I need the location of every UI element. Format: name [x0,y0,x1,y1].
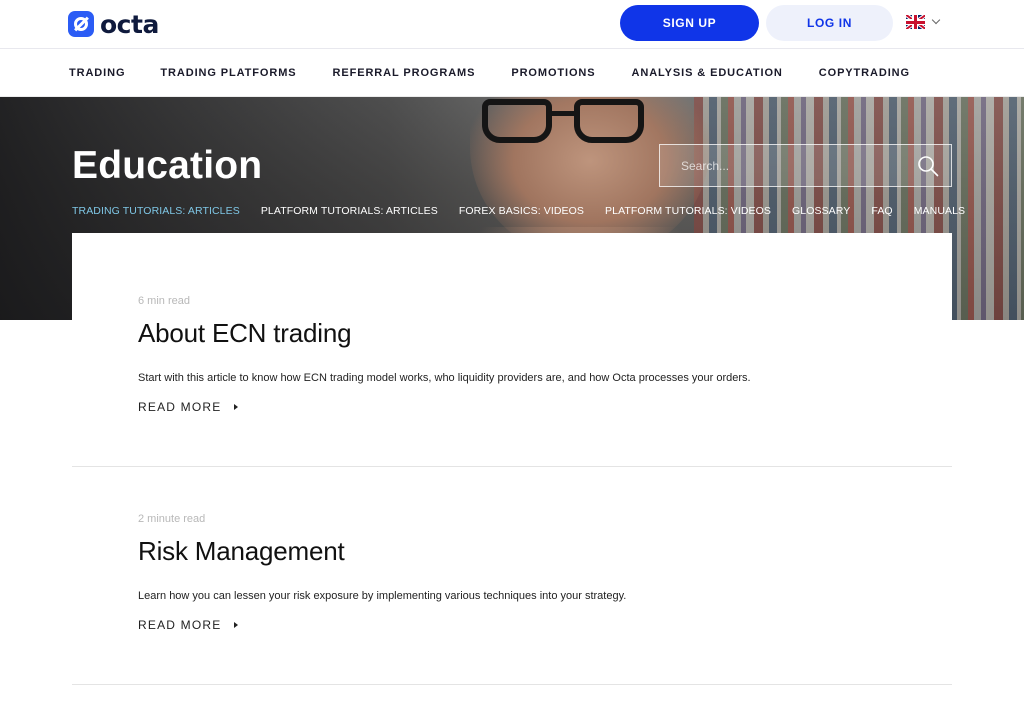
nav-item-analysis-education[interactable]: ANALYSIS & EDUCATION [632,67,783,79]
nav-item-copytrading[interactable]: COPYTRADING [819,67,910,79]
logo-text: octa [100,9,159,39]
article-item: 2 minute read Risk Management Learn how … [138,513,898,634]
article-title[interactable]: About ECN trading [138,318,898,349]
log-in-button[interactable]: LOG IN [766,5,893,41]
main-nav: TRADING TRADING PLATFORMS REFERRAL PROGR… [0,50,1024,97]
article-item: 6 min read About ECN trading Start with … [138,295,898,416]
article-summary: Learn how you can lessen your risk expos… [138,590,627,602]
nav-item-referral-programs[interactable]: REFERRAL PROGRAMS [333,67,476,79]
article-summary: Start with this article to know how ECN … [138,372,751,384]
top-header: octa SIGN UP LOG IN [0,0,1024,49]
octa-logo[interactable]: octa [68,9,159,39]
read-more-label: READ MORE [138,400,222,414]
subnav-faq[interactable]: FAQ [871,205,892,217]
divider [72,466,952,467]
divider [72,684,952,685]
articles-card: 6 min read About ECN trading Start with … [72,233,952,710]
nav-item-trading[interactable]: TRADING [69,67,125,79]
subnav-manuals[interactable]: MANUALS [914,205,965,217]
uk-flag-icon [906,15,925,29]
read-more-link[interactable]: READ MORE [138,618,239,632]
search-input[interactable] [660,145,910,186]
arrow-right-icon [234,404,239,410]
subnav-forex-basics-videos[interactable]: FOREX BASICS: VIDEOS [459,205,584,217]
subnav-platform-tutorials-articles[interactable]: PLATFORM TUTORIALS: ARTICLES [261,205,438,217]
arrow-right-icon [234,622,239,628]
subnav-glossary[interactable]: GLOSSARY [792,205,850,217]
article-title[interactable]: Risk Management [138,536,898,567]
education-subnav: TRADING TUTORIALS: ARTICLES PLATFORM TUT… [72,205,986,217]
nav-item-promotions[interactable]: PROMOTIONS [511,67,595,79]
read-more-link[interactable]: READ MORE [138,400,239,414]
octa-logo-icon [68,11,94,37]
hero-glasses-image [482,99,662,143]
read-time: 6 min read [138,295,190,307]
chevron-down-icon [931,15,941,25]
page-title: Education [72,144,263,187]
search-box [659,144,952,187]
subnav-platform-tutorials-videos[interactable]: PLATFORM TUTORIALS: VIDEOS [605,205,771,217]
read-more-label: READ MORE [138,618,222,632]
read-time: 2 minute read [138,513,206,525]
nav-item-trading-platforms[interactable]: TRADING PLATFORMS [160,67,296,79]
sign-up-button[interactable]: SIGN UP [620,5,759,41]
search-icon[interactable] [917,155,939,177]
subnav-trading-tutorials-articles[interactable]: TRADING TUTORIALS: ARTICLES [72,205,240,217]
language-selector[interactable] [906,15,941,29]
